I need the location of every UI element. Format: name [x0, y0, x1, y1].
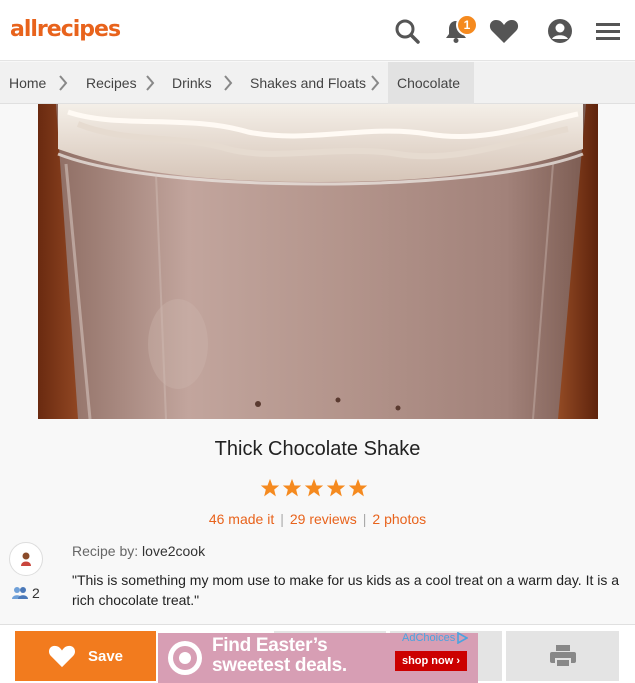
breadcrumb-home[interactable]: Home: [9, 62, 46, 104]
chevron-right-icon: [59, 75, 68, 91]
people-icon: [12, 587, 28, 599]
print-button[interactable]: [506, 631, 619, 681]
notification-badge[interactable]: 1: [456, 14, 478, 36]
adchoices-label: AdChoices: [402, 632, 456, 644]
reviews-link[interactable]: 29 reviews: [290, 511, 357, 527]
breadcrumb: Home Recipes Drinks Shakes and Floats Ch…: [0, 62, 635, 104]
recipe-stats: 46 made it | 29 reviews | 2 photos: [0, 511, 635, 527]
menu-icon[interactable]: [592, 15, 624, 47]
divider: |: [362, 511, 367, 527]
chevron-right-icon: [224, 75, 233, 91]
recipe-description: "This is something my mom use to make fo…: [72, 572, 620, 608]
made-it-link[interactable]: 46 made it: [209, 511, 274, 527]
save-label: Save: [87, 647, 124, 665]
target-logo-icon: [168, 641, 202, 675]
breadcrumb-drinks[interactable]: Drinks: [172, 62, 212, 104]
recipe-byline: Recipe by: love2cook: [72, 543, 205, 559]
followers-count[interactable]: 2: [12, 585, 40, 601]
heart-icon: [48, 645, 75, 668]
rating-stars[interactable]: [260, 478, 368, 500]
ad-headline-line2: sweetest deals.: [212, 655, 347, 676]
photos-link[interactable]: 2 photos: [372, 511, 426, 527]
byline-label: Recipe by:: [72, 543, 139, 559]
search-icon[interactable]: [391, 15, 423, 47]
star-icon: [348, 478, 368, 497]
bottom-action-bar: Save Find Easter’s sweetest deals. shop …: [0, 624, 635, 683]
author-name[interactable]: love2cook: [142, 543, 205, 559]
heart-icon[interactable]: [488, 15, 520, 47]
star-icon: [282, 478, 302, 497]
ad-shop-now-button[interactable]: shop now ›: [395, 651, 467, 671]
recipe-title: Thick Chocolate Shake: [214, 438, 421, 460]
ad-headline: Find Easter’s sweetest deals.: [212, 636, 347, 676]
divider: |: [280, 511, 284, 527]
avatar-image: [21, 552, 31, 566]
top-bar: allrecipes 1: [0, 0, 635, 61]
ad-headline-line1: Find Easter’s: [212, 635, 328, 656]
breadcrumb-chocolate[interactable]: Chocolate: [397, 62, 460, 104]
profile-icon[interactable]: [544, 15, 576, 47]
author-avatar[interactable]: [9, 542, 43, 576]
chevron-right-icon: [371, 75, 380, 91]
allrecipes-logo[interactable]: allrecipes: [10, 17, 121, 42]
chevron-right-icon: [146, 75, 155, 91]
adchoices-link[interactable]: AdChoices: [402, 632, 469, 644]
star-icon: [260, 478, 280, 497]
printer-icon: [549, 645, 576, 668]
save-button[interactable]: Save: [15, 631, 156, 681]
star-icon: [326, 478, 346, 497]
recipe-photo[interactable]: [38, 104, 598, 419]
breadcrumb-shakes-and-floats[interactable]: Shakes and Floats: [250, 62, 366, 104]
adchoices-icon: [457, 632, 469, 644]
breadcrumb-recipes[interactable]: Recipes: [86, 62, 137, 104]
star-icon: [304, 478, 324, 497]
followers-number: 2: [32, 585, 40, 601]
